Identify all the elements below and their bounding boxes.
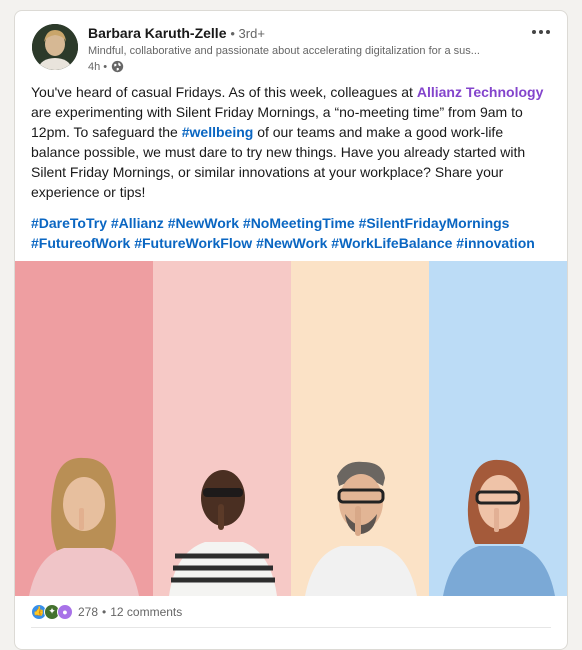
company-mention-link[interactable]: Allianz Technology xyxy=(417,84,544,100)
author-headline: Mindful, collaborative and passionate ab… xyxy=(88,45,480,57)
hashtag-link[interactable]: #Allianz xyxy=(111,215,164,231)
globe-icon xyxy=(111,60,124,73)
hashtag-link[interactable]: #NewWork xyxy=(168,215,239,231)
post-time: 4h • xyxy=(88,60,108,73)
comments-count-link[interactable]: 12 comments xyxy=(110,605,182,619)
author-name[interactable]: Barbara Karuth-Zelle xyxy=(88,25,226,41)
person-figure xyxy=(443,459,555,596)
social-counts-bar: 👍 ✦ ● 278 • 12 comments xyxy=(31,596,551,628)
hashtag-list: #DareToTry #Allianz #NewWork #NoMeetingT… xyxy=(15,202,567,253)
image-stripe xyxy=(15,261,153,596)
feed-post: Barbara Karuth-Zelle • 3rd+ Mindful, col… xyxy=(14,10,568,650)
social-separator: • xyxy=(102,604,107,619)
hashtag-link[interactable]: #SilentFridayMornings xyxy=(359,215,510,231)
image-stripe xyxy=(429,261,567,596)
post-text: You've heard of casual Fridays. As of th… xyxy=(15,82,567,202)
hashtag-link[interactable]: #FutureofWork xyxy=(31,235,130,251)
author-line: Barbara Karuth-Zelle • 3rd+ xyxy=(88,25,265,41)
author-avatar[interactable] xyxy=(32,24,78,70)
post-image[interactable] xyxy=(15,261,567,596)
person-figure xyxy=(305,461,417,596)
person-figure xyxy=(29,457,139,596)
insightful-icon: ● xyxy=(57,603,73,620)
hashtag-link[interactable]: #innovation xyxy=(456,235,535,251)
connection-degree: • 3rd+ xyxy=(230,26,265,41)
hashtag-link[interactable]: #NoMeetingTime xyxy=(243,215,355,231)
hashtag-link[interactable]: #DareToTry xyxy=(31,215,107,231)
hashtag-link[interactable]: #FutureWorkFlow xyxy=(134,235,252,251)
more-options-icon[interactable] xyxy=(529,23,553,41)
person-figure xyxy=(169,470,277,596)
image-stripe xyxy=(153,261,291,596)
post-header: Barbara Karuth-Zelle • 3rd+ Mindful, col… xyxy=(15,11,567,81)
post-meta: 4h • xyxy=(88,60,124,73)
reaction-count[interactable]: 278 xyxy=(78,605,98,619)
reactions-icons[interactable]: 👍 ✦ ● xyxy=(31,603,73,620)
hashtag-link[interactable]: #NewWork xyxy=(256,235,327,251)
hashtag-wellbeing-link[interactable]: #wellbeing xyxy=(182,124,254,140)
hashtag-link[interactable]: #WorkLifeBalance xyxy=(331,235,452,251)
post-text-part-1: You've heard of casual Fridays. As of th… xyxy=(31,84,417,100)
image-stripe xyxy=(291,261,429,596)
